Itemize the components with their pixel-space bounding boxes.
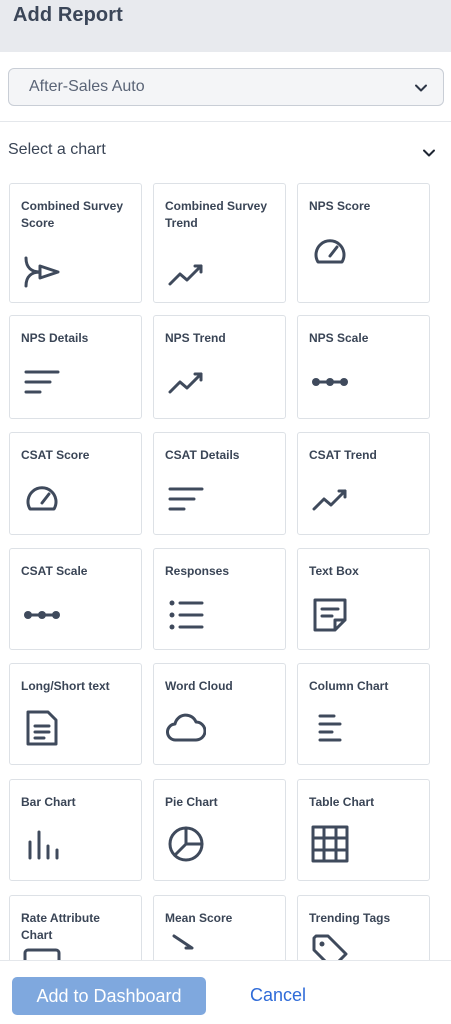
chart-card-mean-score[interactable]: Mean Score xyxy=(153,895,286,960)
chart-card-label: Combined Survey Trend xyxy=(165,199,268,230)
chart-card-label: CSAT Scale xyxy=(21,564,88,578)
note-icon xyxy=(313,598,347,632)
chart-card-combined-survey-trend[interactable]: Combined Survey Trend xyxy=(153,183,286,303)
chart-card-pie-chart[interactable]: Pie Chart xyxy=(153,779,286,881)
footer: Add to Dashboard Cancel xyxy=(0,960,451,1024)
chart-card-bar-chart[interactable]: Bar Chart xyxy=(9,779,142,881)
chart-card-column-chart[interactable]: Column Chart xyxy=(297,663,430,765)
chart-card-label: Combined Survey Score xyxy=(21,199,124,230)
table-icon xyxy=(311,825,349,863)
trend-icon xyxy=(168,264,203,286)
merge-arrow-icon xyxy=(24,256,60,288)
chart-card-label: Bar Chart xyxy=(21,795,76,809)
chart-card-label: CSAT Score xyxy=(21,448,90,462)
bar-chart-icon xyxy=(28,830,59,860)
chart-card-text-box[interactable]: Text Box xyxy=(297,548,430,650)
chart-card-label: Table Chart xyxy=(309,795,375,809)
document-icon xyxy=(26,710,58,746)
chart-card-label: Column Chart xyxy=(309,679,389,693)
chart-card-label: Text Box xyxy=(309,564,359,578)
chart-card-nps-scale[interactable]: NPS Scale xyxy=(297,315,430,419)
chart-card-label: Word Cloud xyxy=(165,679,233,693)
chart-card-label: Pie Chart xyxy=(165,795,218,809)
chart-card-word-cloud[interactable]: Word Cloud xyxy=(153,663,286,765)
list-icon xyxy=(169,600,204,630)
tag-icon xyxy=(312,934,348,960)
chart-card-label: NPS Trend xyxy=(165,331,226,345)
chart-card-label: Mean Score xyxy=(165,911,233,925)
chart-card-responses[interactable]: Responses xyxy=(153,548,286,650)
scale-icon xyxy=(312,378,348,386)
chart-card-long-short-text[interactable]: Long/Short text xyxy=(9,663,142,765)
chart-card-label: Responses xyxy=(165,564,230,578)
chart-card-label: Long/Short text xyxy=(21,679,110,693)
details-icon xyxy=(24,370,60,394)
chart-card-nps-details[interactable]: NPS Details xyxy=(9,315,142,419)
gauge-icon xyxy=(314,239,346,264)
chart-card-nps-trend[interactable]: NPS Trend xyxy=(153,315,286,419)
chart-card-label: NPS Score xyxy=(309,199,371,213)
column-chart-icon xyxy=(318,714,342,742)
scale-icon xyxy=(24,611,60,619)
trend-icon xyxy=(168,372,203,394)
details-icon xyxy=(168,487,204,511)
chart-card-trending-tags[interactable]: Trending Tags xyxy=(297,895,430,960)
rate-attribute-icon xyxy=(23,948,61,960)
add-to-dashboard-button[interactable]: Add to Dashboard xyxy=(12,977,206,1015)
gauge-icon xyxy=(26,486,58,511)
sigma-icon xyxy=(172,934,194,950)
chart-card-csat-score[interactable]: CSAT Score xyxy=(9,432,142,535)
chart-card-csat-details[interactable]: CSAT Details xyxy=(153,432,286,535)
chart-card-nps-score[interactable]: NPS Score xyxy=(297,183,430,303)
chart-card-csat-trend[interactable]: CSAT Trend xyxy=(297,432,430,535)
chart-card-label: CSAT Details xyxy=(165,448,240,462)
chart-card-rate-attribute-chart[interactable]: Rate Attribute Chart xyxy=(9,895,142,960)
chart-grid: Select a chart Combined Survey Score Comb… xyxy=(0,0,451,960)
cancel-button[interactable]: Cancel xyxy=(250,985,306,1006)
cloud-icon xyxy=(166,713,206,742)
chart-card-label: Rate Attribute Chart xyxy=(21,911,100,942)
chart-card-table-chart[interactable]: Table Chart xyxy=(297,779,430,881)
chevron-down-icon[interactable] xyxy=(421,145,437,161)
chart-card-label: NPS Details xyxy=(21,331,89,345)
trend-icon xyxy=(312,489,347,511)
chart-card-combined-survey-score[interactable]: Combined Survey Score xyxy=(9,183,142,303)
chart-card-label: NPS Scale xyxy=(309,331,369,345)
pie-chart-icon xyxy=(168,826,204,862)
chart-card-csat-scale[interactable]: CSAT Scale xyxy=(9,548,142,650)
section-title: Select a chart xyxy=(8,141,106,158)
chart-card-label: Trending Tags xyxy=(309,911,391,925)
chart-card-label: CSAT Trend xyxy=(309,448,377,462)
